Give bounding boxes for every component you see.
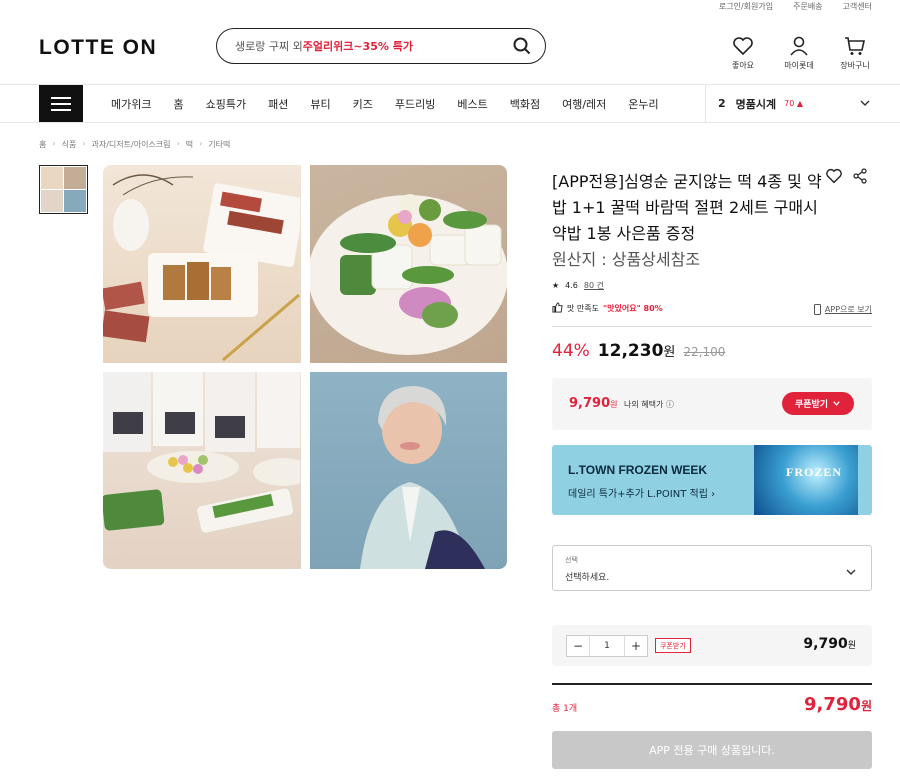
satisfaction-label: 맛 만족도 — [567, 304, 599, 313]
banner-subtitle: 데일리 특가+추가 L.POINT 적립 › — [568, 489, 716, 500]
login-link[interactable]: 로그인/회원가입 — [719, 1, 773, 12]
banner-artwork: FROZEN — [754, 445, 858, 515]
quantity-value[interactable]: 1 — [589, 636, 625, 656]
option-select[interactable]: 선택 선택하세요. — [552, 545, 872, 591]
quantity-plus-button[interactable]: + — [625, 636, 647, 656]
review-count-link[interactable]: 80 건 — [584, 280, 604, 291]
coupon-tag[interactable]: 쿠폰받기 — [655, 638, 691, 653]
original-price: 22,100 — [683, 345, 726, 359]
total-count: 총 1개 — [552, 704, 578, 714]
quantity-stepper: − 1 + — [566, 635, 648, 657]
cart-icon — [845, 37, 865, 55]
trending-count: 70 ▲ — [784, 99, 804, 108]
sale-price: 12,230원 — [597, 341, 676, 361]
question-circle-icon: ⓘ — [665, 400, 674, 409]
nav-item-department[interactable]: 백화점 — [499, 96, 551, 112]
product-thumbnail[interactable] — [39, 165, 88, 214]
product-origin: 원산지 : 상품상세참조 — [552, 250, 701, 269]
coupon-download-button[interactable]: 쿠폰받기 — [782, 392, 854, 415]
app-view-label: APP으로 보기 — [824, 305, 872, 314]
utility-links: 로그인/회원가입 주문배송 고객센터 — [719, 0, 872, 12]
benefit-label[interactable]: 나의 혜택가 ⓘ — [624, 399, 674, 410]
breadcrumb-item[interactable]: 홈 — [39, 139, 46, 150]
promo-banner[interactable]: L.TOWN FROZEN WEEK 데일리 특가+추가 L.POINT 적립 … — [552, 445, 872, 515]
satisfaction-value: "맛있어요" 80% — [602, 304, 663, 313]
star-icon: ★ — [552, 281, 560, 290]
total-price: 9,790원 — [804, 694, 872, 715]
nav-item-best[interactable]: 베스트 — [446, 96, 498, 112]
item-price: 9,790원 — [803, 636, 856, 652]
customer-center-link[interactable]: 고객센터 — [843, 1, 872, 12]
chevron-down-icon — [833, 401, 840, 406]
nav-item-fashion[interactable]: 패션 — [257, 96, 299, 112]
menu-button[interactable] — [39, 85, 83, 122]
trending-rank: 2 — [718, 97, 726, 110]
option-label: 선택 — [565, 556, 578, 564]
cart-label: 장바구니 — [840, 61, 870, 70]
phone-icon — [813, 304, 821, 315]
wishlist-button[interactable]: 좋아요 — [726, 36, 760, 71]
divider — [552, 326, 872, 327]
breadcrumb: 홈 › 식품 › 과자/디저트/아이스크림 › 떡 › 기타떡 — [39, 139, 231, 150]
option-placeholder: 선택하세요. — [565, 573, 610, 583]
banner-art-text: FROZEN — [785, 465, 842, 479]
heart-icon — [733, 37, 753, 56]
nav-bottom-border — [0, 122, 900, 123]
image-chef-portrait — [309, 371, 507, 569]
nav-item-travel[interactable]: 여행/레저 — [551, 96, 617, 112]
quantity-minus-button[interactable]: − — [567, 636, 589, 656]
image-colorful-tteok-plate — [309, 165, 507, 363]
logo[interactable]: LOTTE ON — [39, 36, 157, 60]
search-placeholder-prefix: 생로랑 구찌 외 — [235, 40, 303, 53]
hamburger-icon — [51, 96, 71, 99]
search-icon[interactable] — [513, 37, 531, 58]
rating-value: 4.6 — [565, 281, 578, 290]
nav-item-megaweek[interactable]: 메가위크 — [100, 96, 162, 112]
chevron-down-icon[interactable] — [859, 97, 871, 112]
image-product-packages — [103, 371, 301, 569]
wishlist-label: 좋아요 — [731, 61, 755, 70]
breadcrumb-item[interactable]: 식품 — [62, 139, 77, 150]
satisfaction-row: 맛 만족도 "맛있어요" 80% — [552, 302, 663, 315]
cart-button[interactable]: 장바구니 — [838, 36, 872, 71]
breadcrumb-item[interactable]: 떡 — [186, 139, 193, 150]
chevron-down-icon — [845, 563, 857, 582]
nav-item-home[interactable]: 홈 — [162, 96, 194, 112]
thumbs-up-icon — [552, 302, 563, 315]
nav-item-food-living[interactable]: 푸드리빙 — [384, 96, 446, 112]
nav-item-shopping-deals[interactable]: 쇼핑특가 — [195, 96, 257, 112]
nav-item-kids[interactable]: 키즈 — [342, 96, 384, 112]
banner-title: L.TOWN FROZEN WEEK — [568, 463, 708, 477]
total-divider — [552, 683, 872, 685]
buy-button[interactable]: APP 전용 구매 상품입니다. — [552, 731, 872, 769]
mypage-label: 마이롯데 — [784, 61, 814, 70]
person-icon — [790, 36, 808, 56]
benefit-box: 9,790원 나의 혜택가 ⓘ 쿠폰받기 — [552, 378, 872, 430]
search-input[interactable]: 생로랑 구찌 외 주얼리위크~35% 특가 — [216, 28, 546, 64]
search-placeholder-highlight: 주얼리위크~35% 특가 — [302, 40, 413, 53]
heart-icon[interactable] — [825, 168, 843, 188]
nav-item-beauty[interactable]: 뷰티 — [299, 96, 341, 112]
price-row: 44% 12,230원 22,100 — [552, 341, 725, 361]
discount-rate: 44% — [552, 341, 590, 361]
mypage-button[interactable]: 마이롯데 — [782, 36, 816, 71]
image-rice-cake-plates — [103, 165, 301, 363]
product-title: [APP전용]심영순 굳지않는 떡 4종 및 약밥 1+1 꿀떡 바람떡 절편 … — [552, 172, 822, 243]
category-nav: 메가위크 홈 쇼핑특가 패션 뷰티 키즈 푸드리빙 베스트 백화점 여행/레저 … — [100, 85, 670, 122]
quantity-box: − 1 + 쿠폰받기 9,790원 — [552, 625, 872, 666]
product-main-image — [103, 165, 507, 569]
title-actions — [825, 168, 867, 188]
header-icons: 좋아요 마이롯데 장바구니 — [726, 36, 872, 71]
trending-label: 명품시계 — [735, 97, 777, 111]
trending-keyword[interactable]: 2 명품시계 70 ▲ — [705, 85, 875, 122]
app-view-link[interactable]: APP으로 보기 — [813, 304, 872, 315]
share-icon[interactable] — [853, 168, 867, 188]
breadcrumb-item[interactable]: 과자/디저트/아이스크림 — [92, 139, 171, 150]
breadcrumb-item[interactable]: 기타떡 — [208, 139, 230, 150]
rating-row: ★ 4.6 80 건 — [552, 280, 604, 291]
benefit-price: 9,790원 — [569, 396, 618, 411]
nav-item-onnuri[interactable]: 온누리 — [617, 96, 669, 112]
order-delivery-link[interactable]: 주문배송 — [793, 1, 822, 12]
